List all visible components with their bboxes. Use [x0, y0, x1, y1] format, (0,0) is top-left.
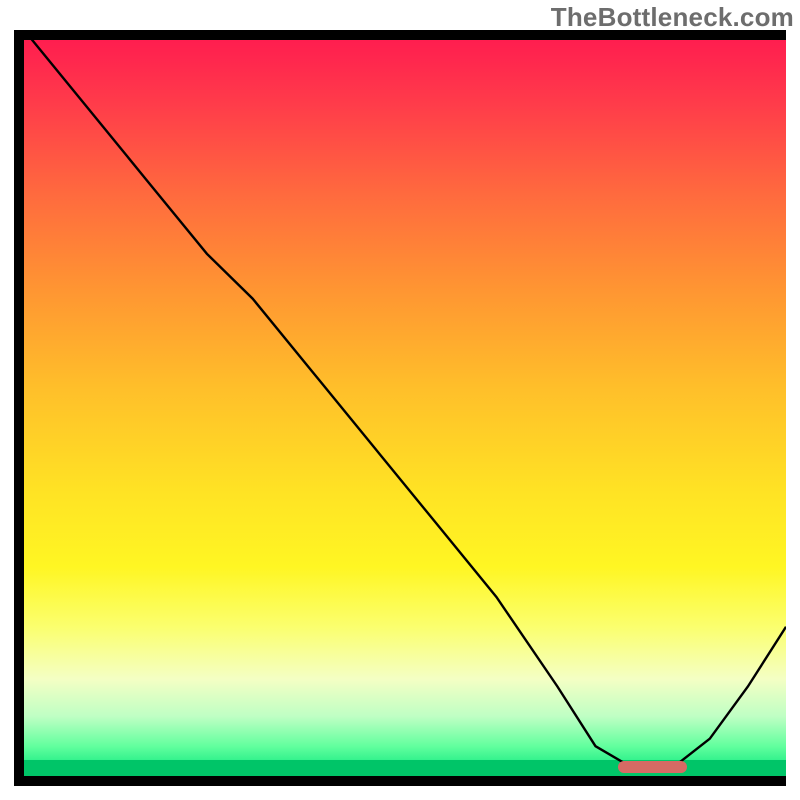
bottleneck-curve [24, 30, 786, 769]
frame-bottom [14, 776, 786, 786]
watermark-text: TheBottleneck.com [551, 2, 794, 33]
plot-area [24, 30, 786, 776]
frame-top [14, 30, 786, 40]
chart-container: TheBottleneck.com [0, 0, 800, 800]
frame-left [14, 30, 24, 786]
optimal-marker [618, 761, 687, 773]
curve-layer [24, 30, 786, 776]
